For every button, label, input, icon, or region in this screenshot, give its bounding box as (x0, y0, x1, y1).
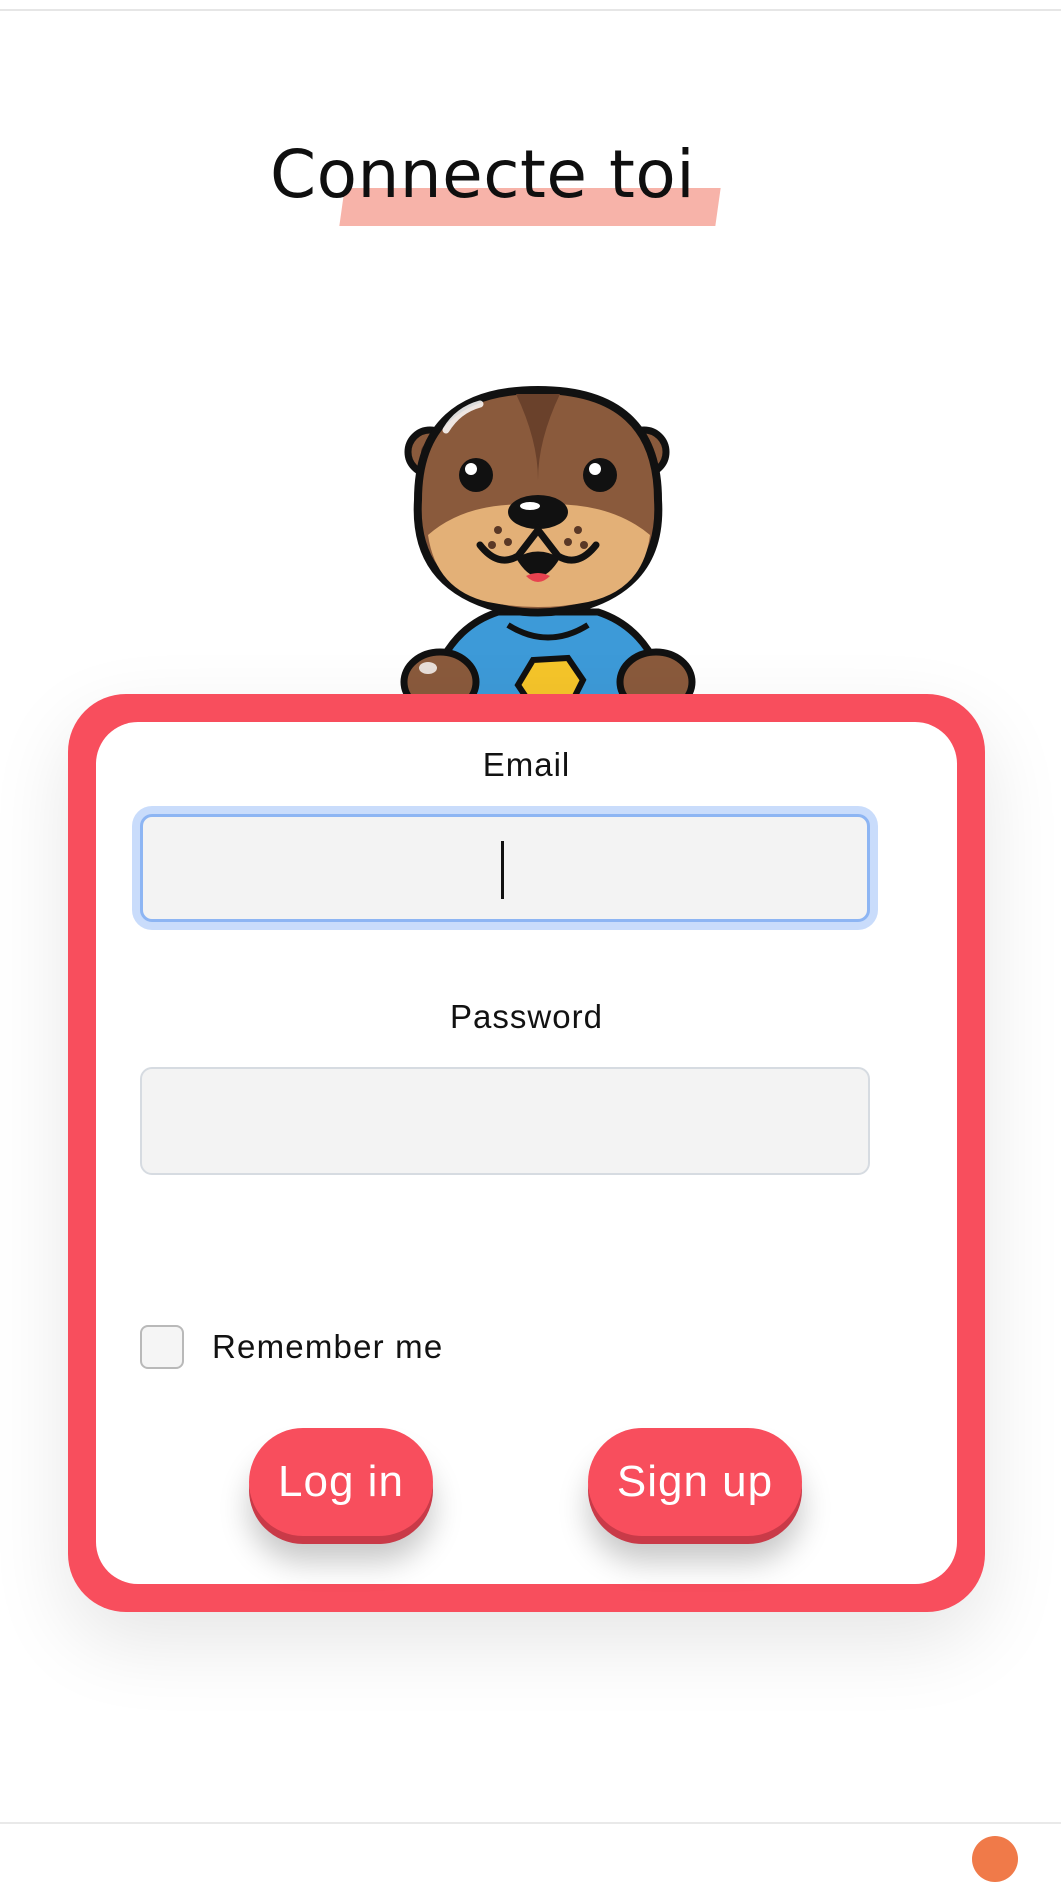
login-button[interactable]: Log in (249, 1428, 433, 1536)
otter-mascot-icon (400, 385, 696, 700)
signup-button[interactable]: Sign up (588, 1428, 802, 1536)
password-label: Password (450, 998, 603, 1035)
email-label: Email (482, 746, 571, 783)
top-divider (0, 9, 1061, 11)
text-caret (501, 841, 504, 899)
corner-badge (972, 1836, 1018, 1882)
page-title: Connecte toi (270, 136, 696, 213)
password-field[interactable] (140, 1067, 870, 1175)
email-field[interactable] (140, 814, 870, 922)
login-card: Email Password Remember me Log in Sign u… (68, 694, 985, 1612)
remember-me-checkbox[interactable] (140, 1325, 184, 1369)
bottom-divider (0, 1822, 1061, 1824)
login-form: Email Password Remember me Log in Sign u… (96, 722, 957, 1584)
remember-me-row[interactable]: Remember me (140, 1322, 443, 1372)
remember-me-label[interactable]: Remember me (212, 1328, 443, 1366)
title-block: Connecte toi (270, 130, 750, 240)
